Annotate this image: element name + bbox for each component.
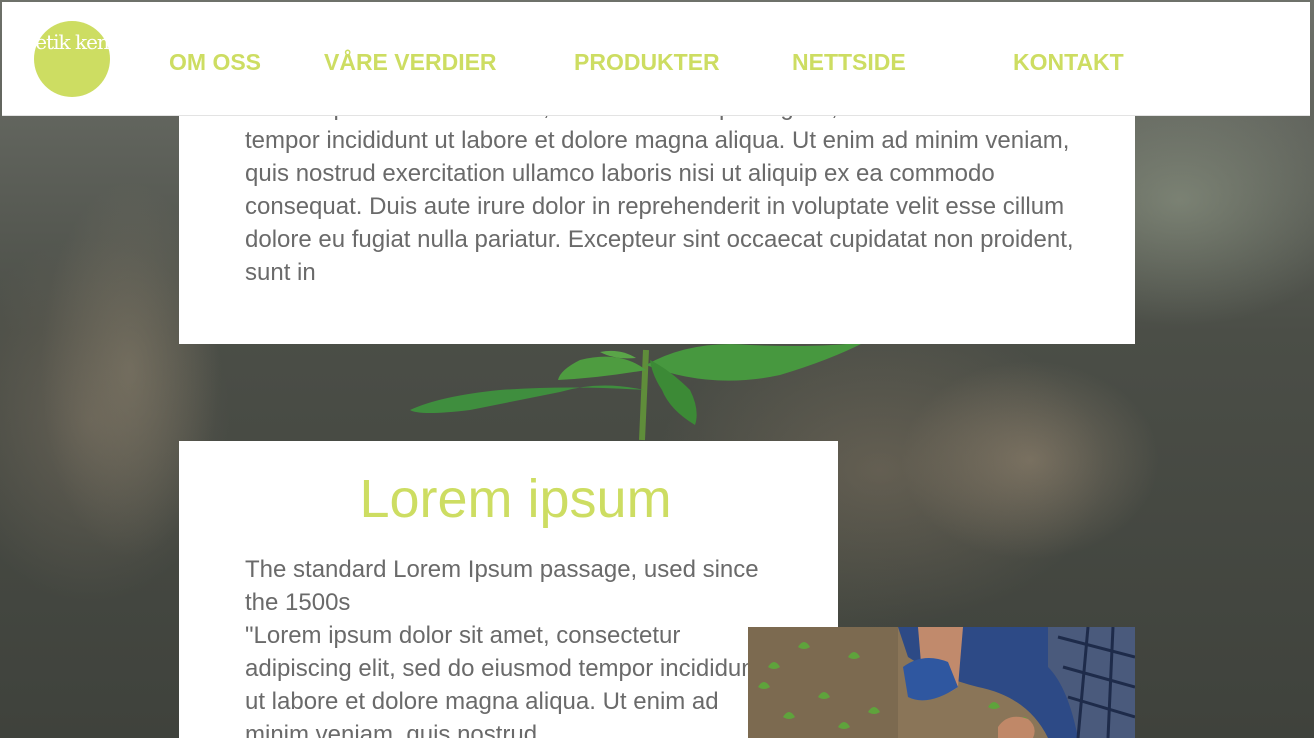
farmer-photo bbox=[748, 627, 1135, 738]
section-subtitle: The standard Lorem Ipsum passage, used s… bbox=[245, 556, 759, 616]
logo-text: etik ken bbox=[35, 30, 110, 54]
nav-item-produkter[interactable]: PRODUKTER bbox=[574, 48, 720, 76]
nav-item-vare-verdier[interactable]: VÅRE VERDIER bbox=[324, 48, 497, 76]
section-paragraph: "Lorem ipsum dolor sit amet, consectetur… bbox=[245, 622, 762, 738]
intro-paragraph: "Lorem ipsum dolor sit amet, consectetur… bbox=[245, 100, 1074, 286]
nav-item-om-oss[interactable]: OM OSS bbox=[169, 48, 261, 76]
background-glow bbox=[900, 360, 1160, 560]
nav-item-kontakt[interactable]: KONTAKT bbox=[1013, 48, 1124, 76]
nav-item-nettside[interactable]: NETTSIDE bbox=[792, 48, 906, 76]
lorem-ipsum-card: Lorem ipsum The standard Lorem Ipsum pas… bbox=[179, 441, 838, 738]
seedling-image bbox=[410, 342, 865, 441]
farmer-photo-illustration bbox=[748, 627, 1135, 738]
section-title: Lorem ipsum bbox=[359, 469, 672, 529]
site-header: etik ken OM OSS VÅRE VERDIER PRODUKTER N… bbox=[2, 2, 1310, 116]
intro-text-card: "Lorem ipsum dolor sit amet, consectetur… bbox=[179, 100, 1135, 344]
brand-logo[interactable]: etik ken bbox=[34, 21, 110, 97]
